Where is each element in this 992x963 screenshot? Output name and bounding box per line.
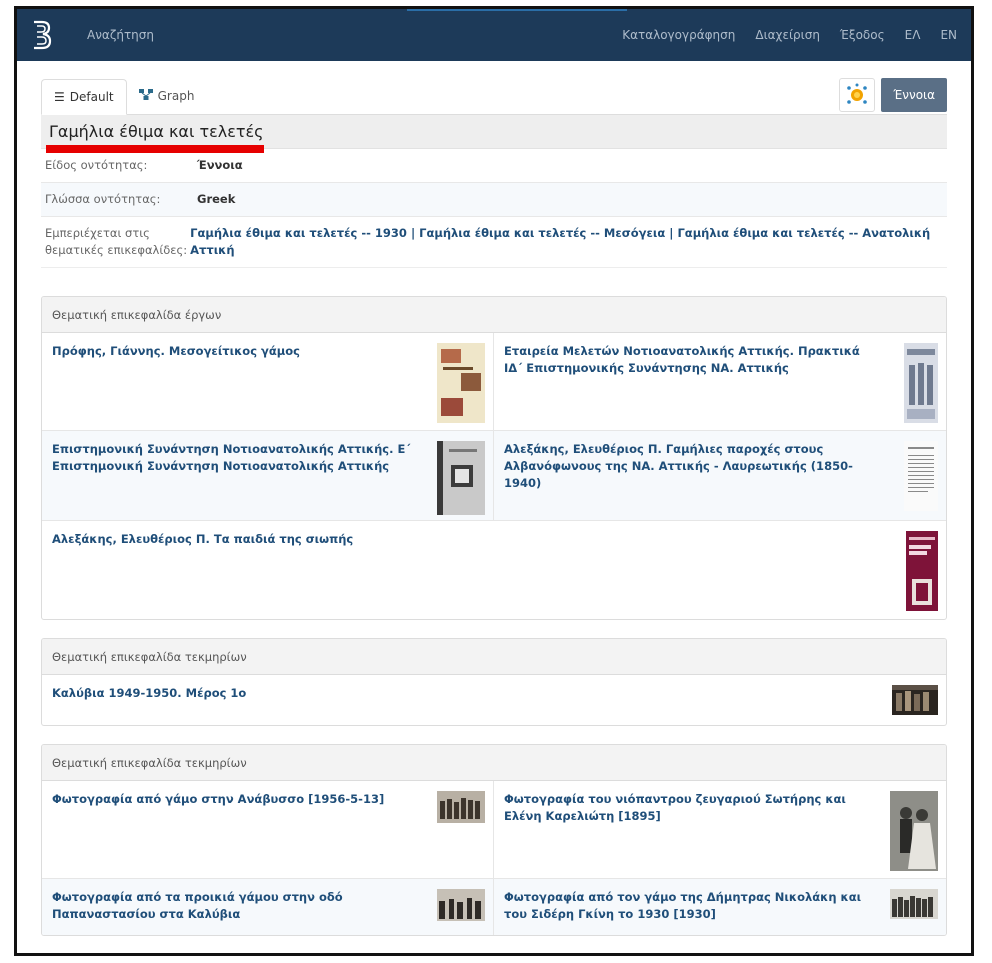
records-grid: Φωτογραφία από γάμο στην Ανάβυσσο [1956-… [42, 781, 946, 935]
works-panel-heading: Θεματική επικεφαλίδα έργων [42, 297, 946, 333]
meta-contained-row: Εμπεριέχεται στις θεματικές επικεφαλίδες… [41, 217, 947, 268]
navbar: Αναζήτηση Καταλογογράφηση Διαχείριση Έξο… [17, 9, 971, 61]
nav-admin[interactable]: Διαχείριση [755, 28, 820, 42]
highlight-underline [46, 145, 264, 153]
graph-icon [138, 89, 153, 103]
book-cover-thumbnail[interactable] [437, 343, 485, 426]
work-link[interactable]: Αλεξάκης, Ελευθέριος Π. Γαμήλιες παροχές… [504, 441, 936, 492]
meta-kind-label: Είδος οντότητας: [45, 158, 148, 172]
works-grid: Πρόφης, Γιάννης. Μεσογείτικος γάμος Εται… [42, 333, 946, 619]
work-link[interactable]: Εταιρεία Μελετών Νοτιοανατολικής Αττικής… [504, 343, 936, 377]
subject-link-mesogeia[interactable]: Γαμήλια έθιμα και τελετές -- Μεσόγεια [419, 226, 665, 240]
records-panel-heading: Θεματική επικεφαλίδα τεκμηρίων [42, 639, 946, 675]
nav-logout[interactable]: Έξοδος [840, 28, 885, 42]
list-item[interactable]: Εταιρεία Μελετών Νοτιοανατολικής Αττικής… [494, 333, 946, 431]
tab-default[interactable]: ☰ Default [41, 79, 127, 115]
concept-icon[interactable] [839, 78, 876, 112]
tab-default-label: Default [69, 90, 114, 104]
logo-icon[interactable] [31, 19, 57, 51]
browser-frame: Αναζήτηση Καταλογογράφηση Διαχείριση Έξο… [14, 6, 974, 956]
list-item[interactable]: Φωτογραφία από γάμο στην Ανάβυσσο [1956-… [42, 781, 494, 879]
record-link[interactable]: Φωτογραφία από γάμο στην Ανάβυσσο [1956-… [52, 791, 483, 808]
record-link[interactable]: Φωτογραφία από τον γάμο της Δήμητρας Νικ… [504, 889, 936, 923]
records-panel-heading: Θεματική επικεφαλίδα τεκμηρίων [42, 745, 946, 781]
book-cover-thumbnail[interactable] [904, 343, 938, 426]
list-icon: ☰ [54, 90, 65, 104]
photo-thumbnail[interactable] [890, 889, 938, 922]
records-panel-2: Θεματική επικεφαλίδα τεκμηρίων Φωτογραφί… [41, 744, 947, 936]
meta-lang-row: Γλώσσα οντότητας: Greek [41, 183, 947, 217]
list-item[interactable]: Επιστημονική Συνάντηση Νοτιοανατολικής Α… [42, 431, 494, 521]
meta-kind-value: Έννοια [197, 158, 243, 172]
link-separator: | [410, 226, 416, 240]
entity-type-button[interactable]: Έννοια [881, 78, 947, 112]
meta-contained-label: Εμπεριέχεται στις θεματικές επικεφαλίδες… [45, 226, 188, 257]
document-thumbnail[interactable] [904, 441, 938, 514]
title-bar: Γαμήλια έθιμα και τελετές [41, 115, 947, 153]
entity-tools: Έννοια [839, 78, 947, 112]
main-content: ☰ Default Graph Έννοια Γαμήλια έθιμα και… [17, 61, 971, 936]
records-panel-1: Θεματική επικεφαλίδα τεκμηρίων Καλύβια 1… [41, 638, 947, 726]
photo-thumbnail[interactable] [437, 791, 485, 826]
loading-line [407, 9, 627, 11]
subject-link-1930[interactable]: Γαμήλια έθιμα και τελετές -- 1930 [190, 226, 407, 240]
meta-contained-links: Γαμήλια έθιμα και τελετές -- 1930 | Γαμή… [190, 225, 943, 259]
work-link[interactable]: Αλεξάκης, Ελευθέριος Π. Τα παιδιά της σι… [52, 531, 936, 548]
nav-links: Καταλογογράφηση Διαχείριση Έξοδος ΕΛ EN [622, 28, 957, 42]
work-link[interactable]: Πρόφης, Γιάννης. Μεσογείτικος γάμος [52, 343, 483, 360]
list-item[interactable]: Αλεξάκης, Ελευθέριος Π. Τα παιδιά της σι… [42, 521, 946, 619]
photo-thumbnail[interactable] [892, 685, 938, 718]
list-item[interactable]: Πρόφης, Γιάννης. Μεσογείτικος γάμος [42, 333, 494, 431]
record-link[interactable]: Φωτογραφία από τα προικιά γάμου στην οδό… [52, 889, 483, 923]
nav-cataloguing[interactable]: Καταλογογράφηση [622, 28, 735, 42]
meta-lang-value: Greek [197, 192, 236, 206]
works-panel: Θεματική επικεφαλίδα έργων Πρόφης, Γιάνν… [41, 296, 947, 620]
record-link[interactable]: Καλύβια 1949-1950. Μέρος 1ο [52, 685, 936, 702]
list-item[interactable]: Φωτογραφία του νιόπαντρου ζευγαριού Σωτή… [494, 781, 946, 879]
tab-graph[interactable]: Graph [127, 78, 207, 114]
book-cover-thumbnail[interactable] [437, 441, 485, 518]
nav-lang-en[interactable]: EN [940, 28, 957, 42]
meta-lang-label: Γλώσσα οντότητας: [45, 192, 161, 206]
list-item[interactable]: Φωτογραφία από τα προικιά γάμου στην οδό… [42, 879, 494, 935]
photo-thumbnail[interactable] [437, 889, 485, 924]
list-item[interactable]: Αλεξάκης, Ελευθέριος Π. Γαμήλιες παροχές… [494, 431, 946, 521]
work-link[interactable]: Επιστημονική Συνάντηση Νοτιοανατολικής Α… [52, 441, 483, 475]
tab-graph-label: Graph [157, 89, 195, 103]
list-item[interactable]: Φωτογραφία από τον γάμο της Δήμητρας Νικ… [494, 879, 946, 935]
link-separator: | [669, 226, 674, 240]
book-cover-thumbnail[interactable] [906, 531, 938, 614]
list-item[interactable]: Καλύβια 1949-1950. Μέρος 1ο [42, 675, 946, 725]
page-title: Γαμήλια έθιμα και τελετές [49, 122, 264, 141]
nav-search-link[interactable]: Αναζήτηση [87, 28, 154, 42]
nav-lang-el[interactable]: ΕΛ [905, 28, 921, 42]
view-tabs: ☰ Default Graph Έννοια [41, 78, 947, 115]
photo-thumbnail[interactable] [890, 791, 938, 874]
meta-kind-row: Είδος οντότητας: Έννοια [41, 149, 947, 183]
record-link[interactable]: Φωτογραφία του νιόπαντρου ζευγαριού Σωτή… [504, 791, 936, 825]
